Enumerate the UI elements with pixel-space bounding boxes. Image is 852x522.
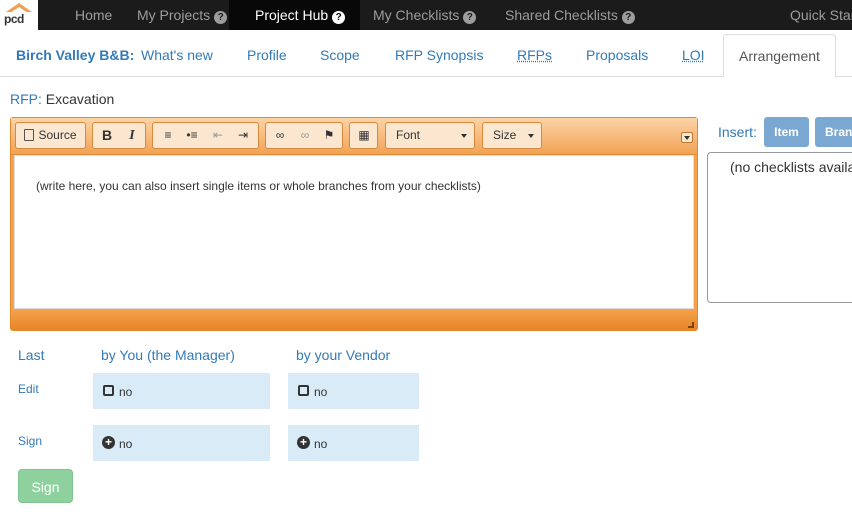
outdent-icon[interactable]: ⇤ [206,123,230,148]
font-dropdown[interactable]: Font [385,122,475,149]
rfp-heading: RFP: Excavation [10,91,114,107]
plus-circle-icon: + [102,436,115,449]
rfp-value: Excavation [45,91,115,107]
tab-arrangement[interactable]: Arrangement [723,34,836,78]
insert-item-button[interactable]: Item [764,117,809,147]
help-icon[interactable]: ? [214,11,228,24]
checklist-list[interactable]: (no checklists available) [707,152,852,303]
link-icon[interactable]: ∞ [268,123,292,148]
source-icon [24,129,35,141]
nav-my-checklists[interactable]: My Checklists? [373,0,477,30]
insert-label: Insert: [718,124,757,140]
help-icon[interactable]: ? [463,11,477,24]
sign-vendor-cell: + no [288,425,419,461]
square-icon [298,385,309,396]
bulleted-list-icon[interactable]: •≡ [180,123,204,148]
plus-circle-icon: + [297,436,310,449]
insert-branch-button[interactable]: Branch [815,117,852,147]
numbered-list-icon[interactable]: ≡ [156,123,180,148]
indent-icon[interactable]: ⇥ [231,123,255,148]
header-last: Last [18,347,45,363]
pcd-logo[interactable]: pcd [0,0,38,30]
row-label-edit: Edit [18,382,39,396]
nav-my-projects[interactable]: My Projects? [137,0,228,30]
editor-footer [11,309,697,330]
sign-button[interactable]: Sign [18,469,73,503]
italic-button[interactable]: I [120,123,144,148]
unlink-icon[interactable]: ∞ [293,123,317,148]
resize-handle-icon[interactable] [688,322,694,328]
edit-vendor-cell: no [288,373,419,409]
caret-down-icon [461,134,467,138]
sign-manager-cell: + no [93,425,270,461]
table-icon[interactable]: ▦ [352,123,376,148]
source-button[interactable]: Source [16,123,85,148]
header-vendor: by your Vendor [296,347,391,363]
edit-manager-cell: no [93,373,270,409]
tab-loi[interactable]: LOI [682,34,705,77]
header-manager: by You (the Manager) [101,347,235,363]
project-tabs: Birch Valley B&B: What's new Profile Sco… [0,34,852,78]
tab-rfps[interactable]: RFPs [517,34,552,77]
nav-home[interactable]: Home [75,0,112,30]
size-dropdown[interactable]: Size [482,122,542,149]
editor-content-area[interactable]: (write here, you can also insert single … [14,155,694,309]
project-name[interactable]: Birch Valley B&B: [16,34,134,77]
help-icon[interactable]: ? [621,11,635,24]
square-icon [103,385,114,396]
tab-rfp-synopsis[interactable]: RFP Synopsis [395,34,483,77]
row-label-sign: Sign [18,434,43,448]
tab-proposals[interactable]: Proposals [586,34,648,77]
nav-quick-start[interactable]: Quick Start [790,0,852,30]
tab-whats-new[interactable]: What's new [141,34,213,77]
rfp-label: RFP: [10,91,42,107]
bold-button[interactable]: B [95,123,119,148]
caret-down-icon [528,134,534,138]
checklist-empty-text: (no checklists available) [730,159,852,175]
logo-text: pcd [4,12,24,26]
top-navbar: pcd Home My Projects? Project Hub? My Ch… [0,0,852,30]
tab-scope[interactable]: Scope [320,34,360,77]
anchor-flag-icon[interactable]: ⚑ [317,123,341,148]
editor-placeholder: (write here, you can also insert single … [36,179,481,193]
help-icon[interactable]: ? [332,11,346,24]
tab-profile[interactable]: Profile [247,34,287,77]
editor-toolbar: Source B I ≡ •≡ ⇤ ⇥ ∞ ∞ ⚑ ▦ Font Size [11,118,697,155]
collapse-toolbar-icon[interactable] [681,132,693,143]
nav-shared-checklists[interactable]: Shared Checklists? [505,0,635,30]
nav-project-hub[interactable]: Project Hub? [229,0,360,30]
rich-text-editor: Source B I ≡ •≡ ⇤ ⇥ ∞ ∞ ⚑ ▦ Font Size (w… [10,117,698,331]
